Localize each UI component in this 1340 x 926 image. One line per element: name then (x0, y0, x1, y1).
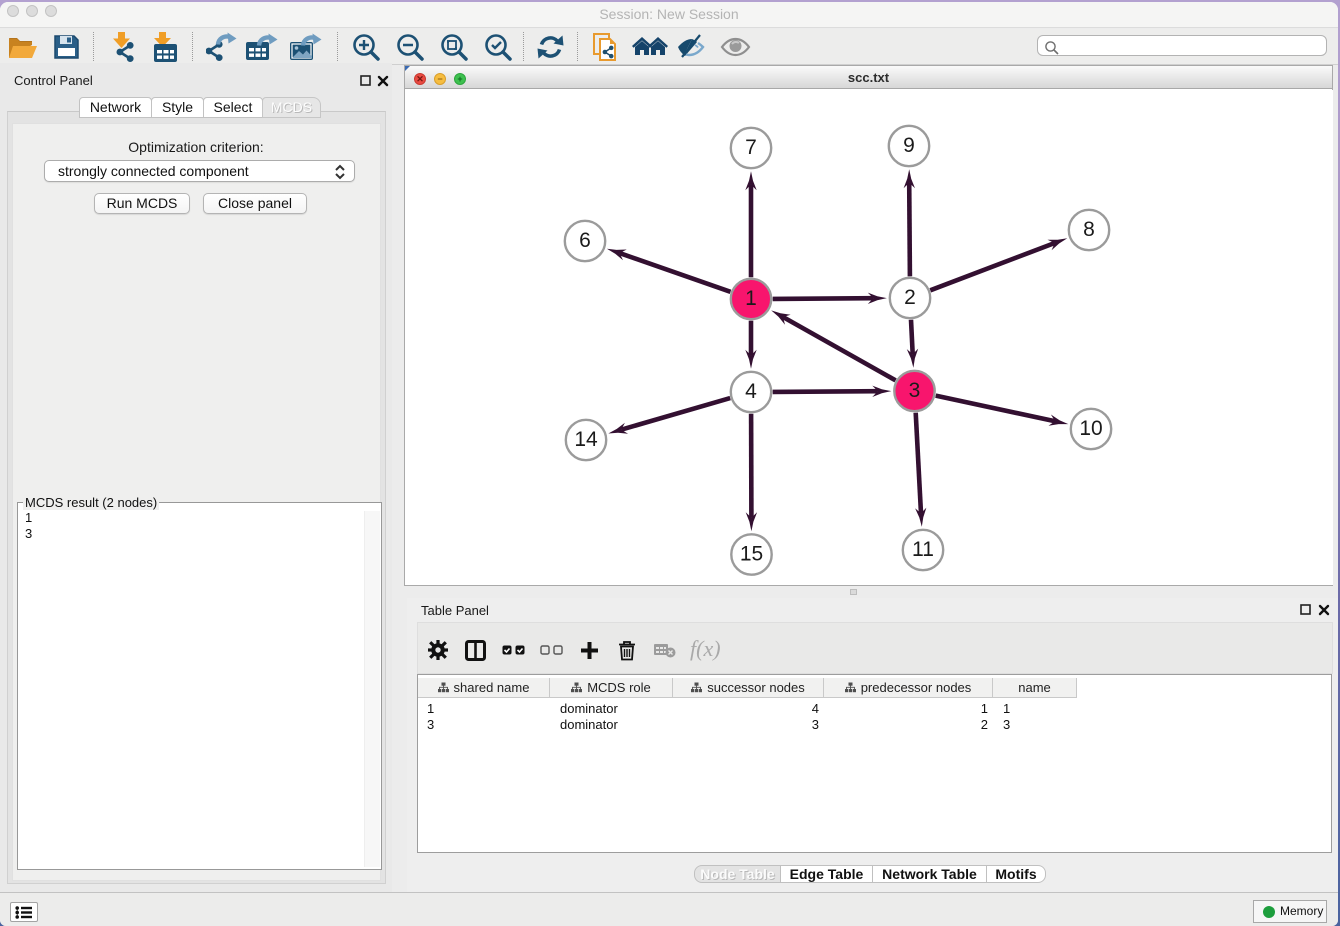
svg-text:14: 14 (574, 428, 598, 451)
svg-text:8: 8 (1083, 218, 1095, 241)
svg-text:6: 6 (579, 229, 591, 252)
svg-text:9: 9 (903, 134, 915, 157)
svg-text:7: 7 (745, 136, 757, 159)
svg-text:3: 3 (909, 379, 921, 402)
svg-text:1: 1 (745, 287, 757, 310)
svg-text:10: 10 (1079, 417, 1102, 440)
svg-text:4: 4 (745, 380, 757, 403)
svg-text:2: 2 (904, 286, 916, 309)
svg-text:11: 11 (912, 538, 934, 561)
svg-text:15: 15 (740, 543, 763, 566)
